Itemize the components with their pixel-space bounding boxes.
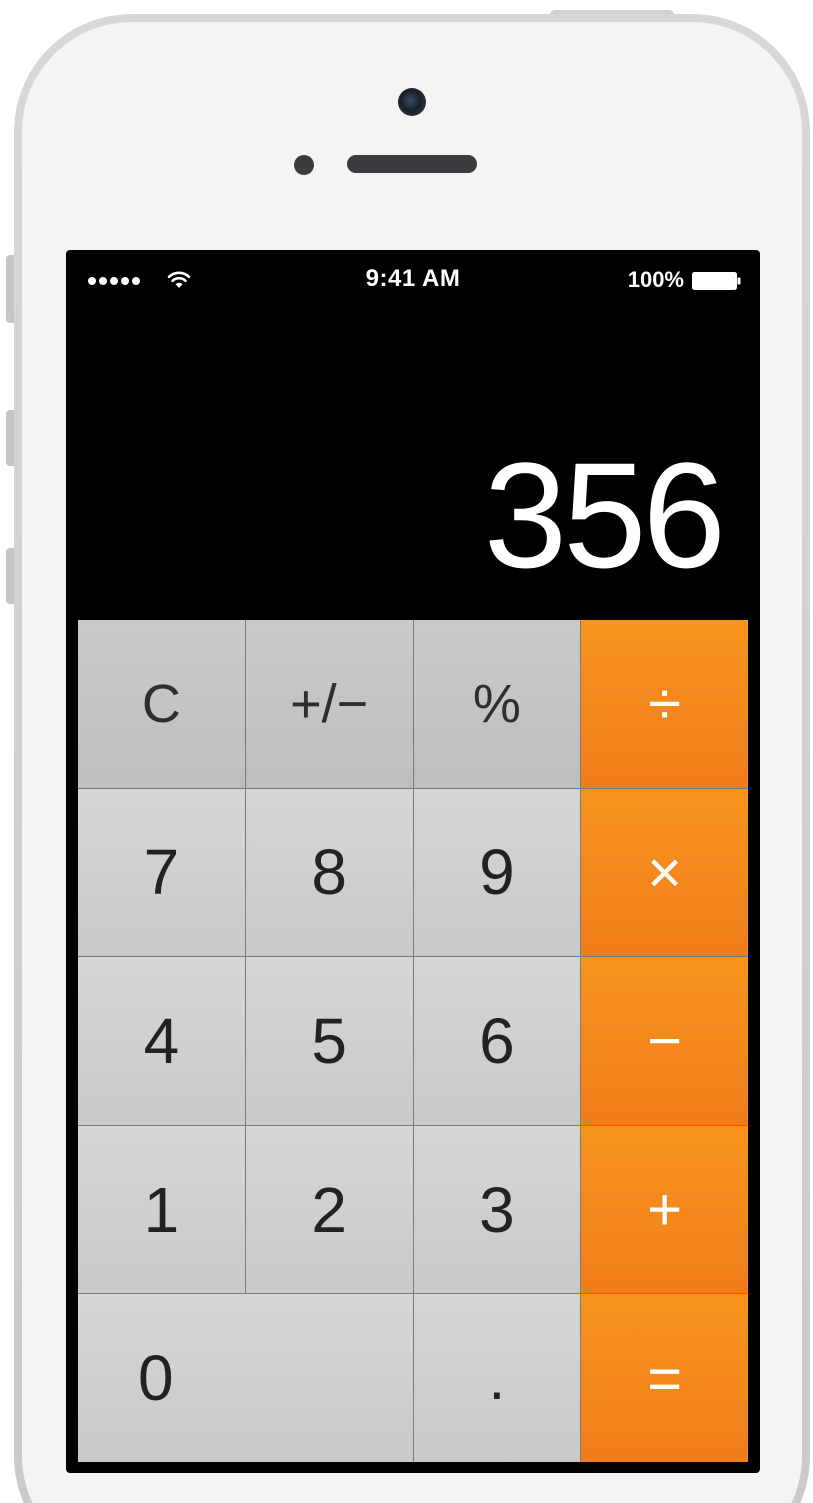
proximity-sensor bbox=[294, 155, 314, 175]
battery-icon bbox=[692, 272, 741, 290]
earpiece-speaker bbox=[347, 155, 477, 173]
digit-8-button[interactable]: 8 bbox=[245, 788, 413, 957]
add-button[interactable]: + bbox=[581, 1125, 748, 1294]
digit-0-button[interactable]: 0 bbox=[78, 1294, 413, 1462]
calculator-display: 356 bbox=[483, 431, 726, 599]
clear-button[interactable]: C bbox=[78, 620, 245, 788]
digit-6-button[interactable]: 6 bbox=[413, 957, 581, 1125]
percent-button[interactable]: % bbox=[413, 620, 581, 788]
digit-4-button[interactable]: 4 bbox=[78, 957, 245, 1125]
phone-mockup: 9:41 AM 100% 356 C +/− % ÷ 7 8 9 × 4 5 6… bbox=[0, 0, 813, 1503]
digit-3-button[interactable]: 3 bbox=[413, 1125, 581, 1294]
digit-2-button[interactable]: 2 bbox=[245, 1125, 413, 1294]
decimal-button[interactable]: . bbox=[413, 1294, 581, 1462]
digit-5-button[interactable]: 5 bbox=[245, 957, 413, 1125]
equals-button[interactable]: = bbox=[581, 1294, 748, 1462]
digit-9-button[interactable]: 9 bbox=[413, 788, 581, 957]
multiply-button[interactable]: × bbox=[581, 788, 748, 957]
digit-7-button[interactable]: 7 bbox=[78, 788, 245, 957]
subtract-button[interactable]: − bbox=[581, 957, 748, 1125]
divide-button[interactable]: ÷ bbox=[581, 620, 748, 788]
calculator-screen: 9:41 AM 100% 356 C +/− % ÷ 7 8 9 × 4 5 6… bbox=[66, 250, 760, 1473]
digit-1-button[interactable]: 1 bbox=[78, 1125, 245, 1294]
battery-percent: 100% bbox=[627, 267, 684, 292]
keypad: C +/− % ÷ 7 8 9 × 4 5 6 − 1 2 3 + 0 . = bbox=[78, 620, 748, 1462]
front-camera bbox=[398, 88, 426, 116]
sign-toggle-button[interactable]: +/− bbox=[245, 620, 413, 788]
status-bar: 9:41 AM 100% bbox=[66, 250, 760, 310]
